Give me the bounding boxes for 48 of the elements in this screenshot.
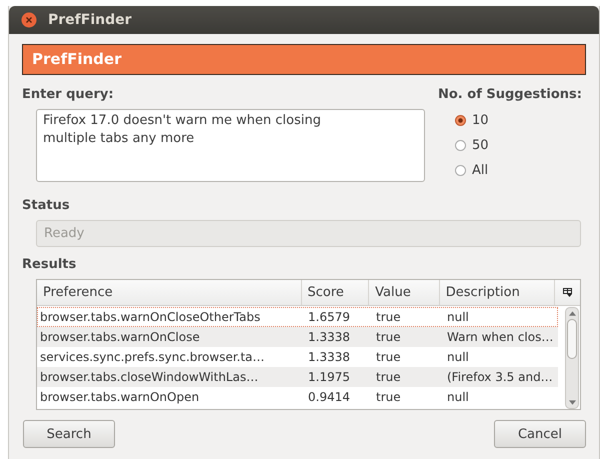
suggestions-label: No. of Suggestions: xyxy=(438,87,583,104)
radio-button[interactable] xyxy=(455,114,466,126)
scroll-down-icon[interactable] xyxy=(568,400,576,405)
scrollbar[interactable] xyxy=(565,307,579,409)
column-header[interactable]: Value xyxy=(369,280,440,305)
table-cell-text: 0.9414 xyxy=(307,390,351,404)
table-cell-text: browser.tabs.warnOnClose xyxy=(39,330,201,344)
status-field: Ready xyxy=(36,220,581,247)
table-cell-text: null xyxy=(446,350,470,364)
radio-button[interactable] xyxy=(455,164,466,176)
table-cell-text: 1.6579 xyxy=(307,310,351,324)
table-cell-text: browser.tabs.warnOnOpen xyxy=(39,390,200,404)
table-cell-text: true xyxy=(375,310,402,324)
action-button[interactable]: Search xyxy=(23,420,115,448)
column-header[interactable]: Score xyxy=(302,280,370,305)
table-cell-text: true xyxy=(375,390,402,404)
action-button[interactable]: Cancel xyxy=(494,420,586,448)
query-field[interactable]: Firefox 17.0 doesn't warn me when closing multiple tabs any more xyxy=(36,109,425,182)
table-cell-text: true xyxy=(375,330,402,344)
table-cell-text: 1.3338 xyxy=(307,330,351,344)
table-cell-text: true xyxy=(375,350,402,364)
table-cell-text: null xyxy=(446,310,470,324)
column-header[interactable]: Description xyxy=(440,280,556,305)
table-cell-text: 1.1975 xyxy=(307,370,351,384)
table-cell-text: browser.tabs.closeWindowWithLas… xyxy=(39,370,260,384)
query-label: Enter query: xyxy=(22,87,115,104)
table-row[interactable]: browser.tabs.warnOnCloseOtherTabs 1.6579 true null xyxy=(37,307,558,327)
results-label: Results xyxy=(22,257,78,274)
radio-label[interactable]: 50 xyxy=(472,138,489,152)
table-cell-text: true xyxy=(375,370,402,384)
radio-label[interactable]: 10 xyxy=(472,112,489,128)
close-icon[interactable] xyxy=(21,12,37,28)
column-picker-icon[interactable] xyxy=(562,288,573,297)
table-cell-text: browser.tabs.warnOnCloseOtherTabs xyxy=(39,310,262,324)
window-title: PrefFinder xyxy=(48,12,132,28)
status-label: Status xyxy=(22,198,71,215)
radio-button[interactable] xyxy=(455,140,466,150)
scroll-up-icon[interactable] xyxy=(568,311,576,316)
table-cell-text: Warn when clos… xyxy=(446,330,554,344)
table-cell-text: null xyxy=(446,390,470,404)
table-row[interactable]: browser.tabs.warnOnClose 1.3338 true Warn when clos… xyxy=(37,327,558,347)
table-row[interactable]: browser.tabs.closeWindowWithLas… 1.1975 true (Firefox 3.5 and… xyxy=(37,367,558,387)
radio-label[interactable]: All xyxy=(472,162,488,178)
table-cell-text: services.sync.prefs.sync.browser.ta… xyxy=(39,350,266,364)
column-header[interactable]: Preference xyxy=(37,280,302,305)
table-cell-text: (Firefox 3.5 and… xyxy=(446,370,554,384)
banner-title: PrefFinder xyxy=(22,44,586,75)
table-cell-text: 1.3338 xyxy=(307,350,351,364)
